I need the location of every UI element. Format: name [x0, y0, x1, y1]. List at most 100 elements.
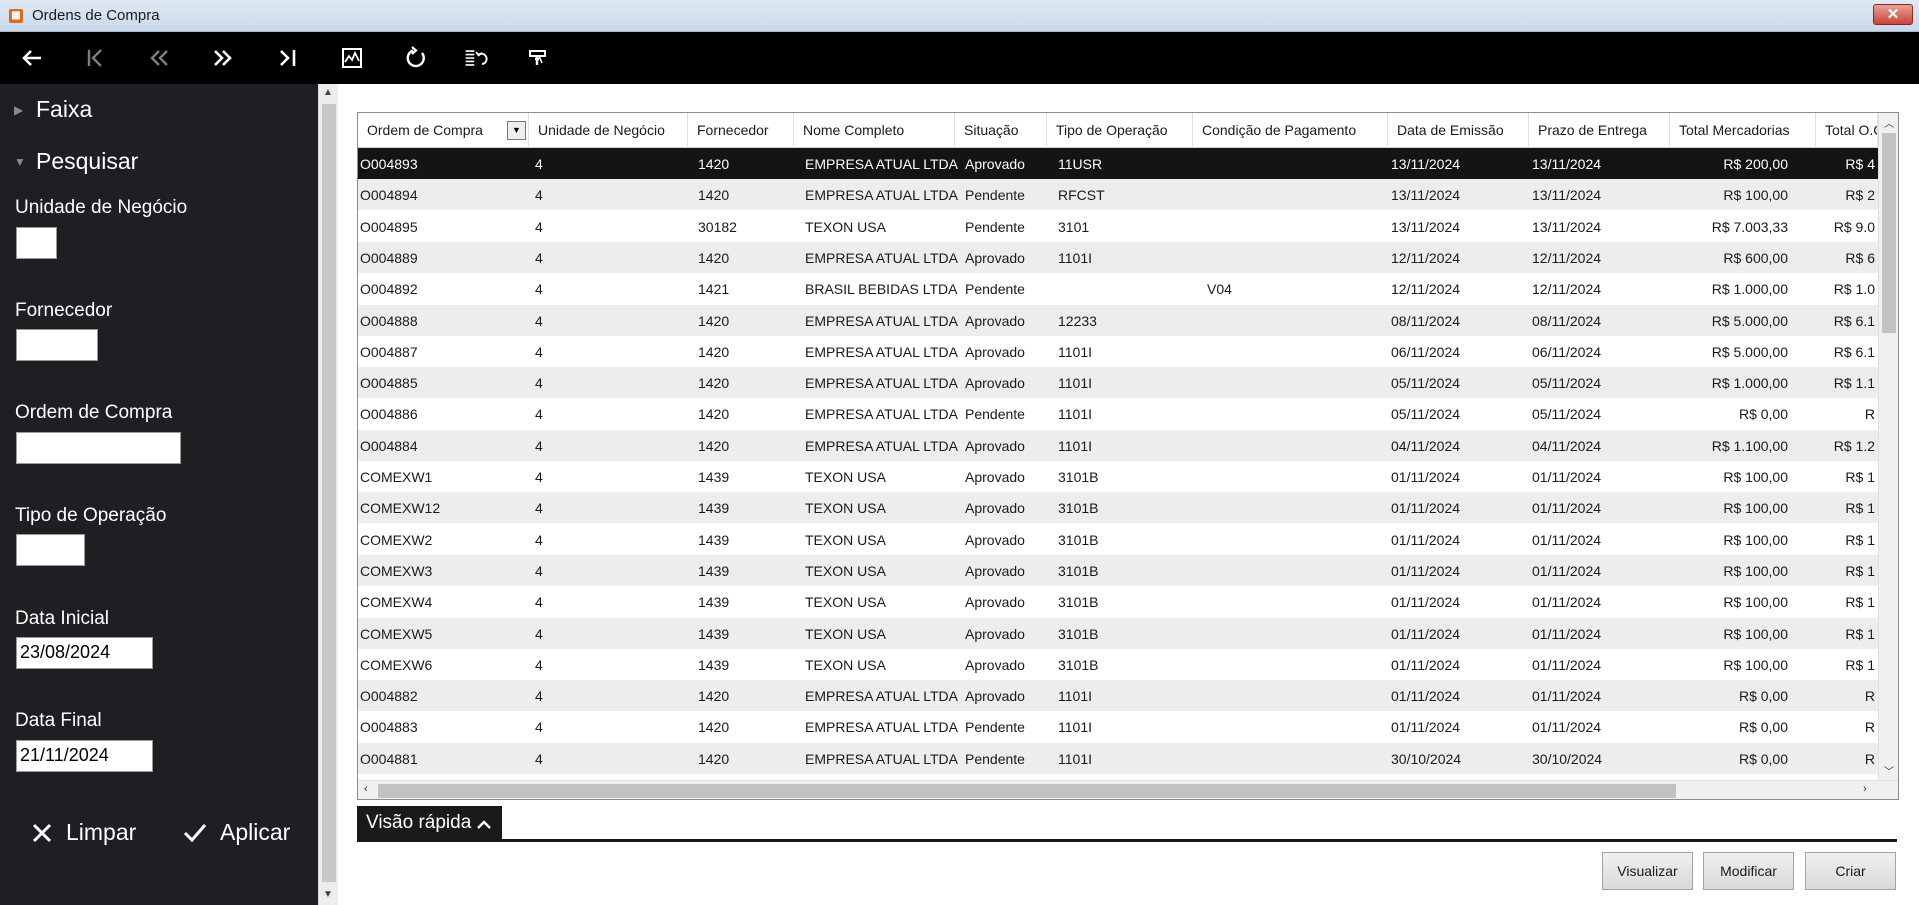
- expanded-triangle-icon: ▼: [14, 154, 26, 169]
- grid-horizontal-scrollbar[interactable]: ‹ ›: [358, 780, 1898, 799]
- faixa-section-header[interactable]: ▶ Faixa: [14, 96, 92, 123]
- column-header[interactable]: Situação: [955, 113, 1047, 148]
- table-row[interactable]: O004895 4 30182 TEXON USA Pendente 3101 13/11/…: [358, 210, 1878, 242]
- table-row[interactable]: COMEXW2 4 1439 TEXON USA Aprovado 3101B 01/11/…: [358, 523, 1878, 555]
- back-arrow-icon[interactable]: [14, 42, 50, 74]
- table-cell: Aprovado: [965, 437, 1025, 454]
- tipo-operacao-input[interactable]: [16, 534, 85, 566]
- table-cell: Pendente: [965, 187, 1025, 204]
- view-button[interactable]: Visualizar: [1602, 852, 1693, 890]
- fornecedor-input[interactable]: [16, 329, 98, 361]
- table-cell: R$ 1: [1845, 500, 1875, 517]
- next-page-icon[interactable]: [205, 42, 241, 74]
- table-row[interactable]: COMEXW6 4 1439 TEXON USA Aprovado 3101B 01/11/…: [358, 648, 1878, 680]
- ordem-compra-label: Ordem de Compra: [15, 402, 173, 423]
- chart-icon[interactable]: [334, 42, 370, 74]
- column-header[interactable]: Fornecedor: [688, 113, 794, 148]
- table-cell: 12/11/2024: [1532, 249, 1602, 266]
- create-button[interactable]: Criar: [1805, 852, 1896, 890]
- column-header[interactable]: Unidade de Negócio: [529, 113, 688, 148]
- column-header[interactable]: Data de Emissão: [1388, 113, 1529, 148]
- table-cell: 1101I: [1058, 343, 1092, 360]
- scroll-down-icon[interactable]: ﹀: [1884, 763, 1894, 778]
- table-row[interactable]: O004886 4 1420 EMPRESA ATUAL LTDA Pendente 11…: [358, 398, 1878, 430]
- scroll-up-icon[interactable]: ▲: [323, 87, 333, 98]
- column-header[interactable]: Total Mercadorias: [1670, 113, 1816, 148]
- pesquisar-section-header[interactable]: ▼ Pesquisar: [14, 148, 138, 175]
- table-cell: 4: [535, 156, 543, 172]
- grid-vertical-scrollbar[interactable]: ︿ ﹀: [1878, 113, 1898, 780]
- column-header[interactable]: Condição de Pagamento: [1193, 113, 1388, 148]
- table-row[interactable]: COMEXW5 4 1439 TEXON USA Aprovado 3101B 01/11/…: [358, 617, 1878, 649]
- table-cell: 01/11/2024: [1391, 594, 1461, 611]
- table-cell: COMEXW12: [360, 500, 441, 517]
- refresh-icon[interactable]: [398, 42, 434, 74]
- undo-list-icon[interactable]: [458, 42, 494, 74]
- scroll-down-icon[interactable]: ▼: [323, 889, 333, 900]
- table-cell: R$ 100,00: [1723, 562, 1788, 579]
- scroll-right-icon[interactable]: ›: [1863, 783, 1867, 795]
- last-page-icon[interactable]: [269, 42, 305, 74]
- scrollbar-thumb[interactable]: [322, 104, 336, 882]
- table-row[interactable]: O004881 4 1420 EMPRESA ATUAL LTDA Pendente 11…: [358, 742, 1878, 774]
- table-cell: TEXON USA: [805, 656, 886, 673]
- table-cell: 1420: [698, 719, 730, 736]
- close-button[interactable]: ✕: [1873, 4, 1913, 25]
- table-row[interactable]: COMEXW12 4 1439 TEXON USA Aprovado 3101B 01/11…: [358, 492, 1878, 524]
- table-cell: TEXON USA: [805, 594, 886, 611]
- sidebar-scrollbar[interactable]: ▲ ▼: [318, 84, 338, 905]
- table-cell: 4: [535, 719, 543, 736]
- table-row[interactable]: COMEXW3 4 1439 TEXON USA Aprovado 3101B 01/11/…: [358, 554, 1878, 586]
- data-final-input[interactable]: 21/11/2024: [16, 740, 153, 772]
- table-row[interactable]: O004894 4 1420 EMPRESA ATUAL LTDA Pendente RF…: [358, 179, 1878, 211]
- first-page-icon[interactable]: [78, 42, 114, 74]
- table-row[interactable]: COMEXW1 4 1439 TEXON USA Aprovado 3101B 01/11/…: [358, 461, 1878, 492]
- table-row[interactable]: O004887 4 1420 EMPRESA ATUAL LTDA Aprovado 11…: [358, 335, 1878, 367]
- table-row[interactable]: O004883 4 1420 EMPRESA ATUAL LTDA Pendente 11…: [358, 711, 1878, 743]
- table-cell: R$ 100,00: [1723, 531, 1788, 548]
- apply-button[interactable]: Aplicar: [182, 819, 290, 846]
- table-cell: Aprovado: [965, 375, 1025, 392]
- table-cell: R$ 1: [1845, 562, 1875, 579]
- column-header[interactable]: Prazo de Entrega: [1529, 113, 1670, 148]
- scrollbar-thumb[interactable]: [378, 784, 1676, 798]
- table-row[interactable]: O004882 4 1420 EMPRESA ATUAL LTDA Aprovado 11…: [358, 680, 1878, 712]
- table-cell: 04/11/2024: [1532, 437, 1602, 454]
- column-header[interactable]: Total O.C.: [1816, 113, 1878, 148]
- table-row[interactable]: O004893 4 1420 EMPRESA ATUAL LTDA Aprovado 11…: [358, 148, 1878, 179]
- table-row[interactable]: O004889 4 1420 EMPRESA ATUAL LTDA Aprovado 11…: [358, 241, 1878, 273]
- title-bar: ▦ Ordens de Compra ✕: [0, 0, 1919, 32]
- scroll-left-icon[interactable]: ‹: [364, 783, 368, 795]
- scrollbar-thumb[interactable]: [1882, 133, 1896, 333]
- table-row[interactable]: O004888 4 1420 EMPRESA ATUAL LTDA Aprovado 12…: [358, 304, 1878, 336]
- previous-page-icon[interactable]: [141, 42, 177, 74]
- scroll-up-icon[interactable]: ︿: [1884, 115, 1894, 130]
- grid-header: Ordem de Compra Unidade de Negócio Fornece…: [358, 113, 1878, 148]
- table-cell: R$ 100,00: [1723, 625, 1788, 642]
- clear-button[interactable]: Limpar: [30, 819, 136, 846]
- table-cell: 01/11/2024: [1391, 531, 1461, 548]
- table-cell: O004884: [360, 437, 418, 454]
- column-header[interactable]: Tipo de Operação: [1047, 113, 1193, 148]
- column-header[interactable]: Ordem de Compra: [358, 113, 529, 148]
- table-cell: 4: [535, 656, 543, 673]
- ordem-compra-input[interactable]: [16, 432, 181, 464]
- table-cell: R$ 1: [1845, 625, 1875, 642]
- modify-button[interactable]: Modificar: [1703, 852, 1794, 890]
- table-cell: Pendente: [965, 281, 1025, 298]
- table-cell: R$ 1.000,00: [1711, 281, 1788, 298]
- table-cell: Aprovado: [965, 531, 1025, 548]
- table-row[interactable]: COMEXW4 4 1439 TEXON USA Aprovado 3101B 01/11/…: [358, 586, 1878, 618]
- table-row[interactable]: O004884 4 1420 EMPRESA ATUAL LTDA Aprovado 11…: [358, 429, 1878, 461]
- unidade-negocio-input[interactable]: [16, 227, 57, 259]
- table-cell: 4: [535, 281, 543, 298]
- paint-brush-icon[interactable]: [520, 42, 556, 74]
- quick-view-toggle[interactable]: Visão rápida: [357, 806, 503, 841]
- table-cell: 01/11/2024: [1391, 500, 1461, 517]
- table-row[interactable]: O004885 4 1420 EMPRESA ATUAL LTDA Aprovado 11…: [358, 367, 1878, 399]
- table-row[interactable]: O004892 4 1421 BRASIL BEBIDAS LTDA Pendente V…: [358, 273, 1878, 305]
- table-cell: 05/11/2024: [1532, 375, 1602, 392]
- column-header[interactable]: Nome Completo: [794, 113, 955, 148]
- data-inicial-input[interactable]: 23/08/2024: [16, 637, 153, 669]
- column-filter-dropdown-icon[interactable]: ▼: [507, 121, 526, 140]
